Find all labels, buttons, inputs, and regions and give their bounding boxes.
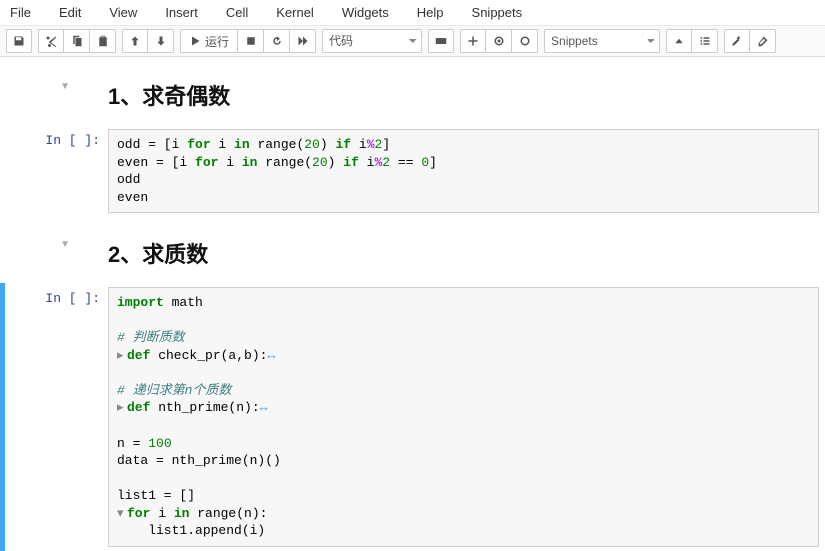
scissors-icon <box>45 35 57 47</box>
fold-arrow-icon[interactable]: ▾ <box>117 505 127 523</box>
input-prompt: In [ ]: <box>45 291 100 306</box>
wand-icon <box>731 35 743 47</box>
menu-view[interactable]: View <box>105 1 157 24</box>
collapse-heading-button[interactable] <box>666 29 692 53</box>
eraser-icon <box>757 35 769 47</box>
fold-indicator-icon[interactable]: ↔ <box>267 348 275 363</box>
run-button[interactable]: 运行 <box>180 29 238 53</box>
celltype-select[interactable]: 代码 <box>322 29 422 53</box>
play-icon <box>189 35 201 47</box>
collapse-toggle-icon[interactable]: ▼ <box>60 81 70 92</box>
snippets-select[interactable]: Snippets <box>544 29 660 53</box>
notebook-container: ▼ 1、求奇偶数 In [ ]: odd = [i for i in range… <box>0 57 825 551</box>
move-down-button[interactable] <box>148 29 174 53</box>
stop-icon <box>245 35 257 47</box>
toolbar: 运行 代码 Snippets <box>0 26 825 57</box>
menu-snippets[interactable]: Snippets <box>468 1 543 24</box>
nbext-button-1[interactable] <box>460 29 486 53</box>
fast-forward-icon <box>297 35 309 47</box>
circle-icon <box>519 35 531 47</box>
save-icon <box>13 35 25 47</box>
nbext-button-3[interactable] <box>512 29 538 53</box>
restart-button[interactable] <box>264 29 290 53</box>
fold-indicator-icon[interactable]: ↔ <box>260 400 268 415</box>
command-palette-button[interactable] <box>428 29 454 53</box>
copy-icon <box>71 35 83 47</box>
heading-2: 2、求质数 <box>108 237 819 269</box>
code-cell[interactable]: In [ ]: odd = [i for i in range(20) if i… <box>0 125 825 217</box>
run-label: 运行 <box>205 33 229 50</box>
menu-file[interactable]: File <box>6 1 51 24</box>
nbext-button-2[interactable] <box>486 29 512 53</box>
list-icon <box>699 35 711 47</box>
markdown-cell[interactable]: ▼ 1、求奇偶数 <box>0 67 825 125</box>
circle-target-icon <box>493 35 505 47</box>
cut-button[interactable] <box>38 29 64 53</box>
toc-button[interactable] <box>692 29 718 53</box>
menu-widgets[interactable]: Widgets <box>338 1 409 24</box>
menu-insert[interactable]: Insert <box>161 1 218 24</box>
interrupt-button[interactable] <box>238 29 264 53</box>
clipboard-icon <box>97 35 109 47</box>
menu-edit[interactable]: Edit <box>55 1 101 24</box>
menu-bar: File Edit View Insert Cell Kernel Widget… <box>0 0 825 26</box>
caret-up-icon <box>673 35 685 47</box>
move-up-button[interactable] <box>122 29 148 53</box>
code-cell-selected[interactable]: In [ ]: import math # 判断质数 ▸def check_pr… <box>0 283 825 551</box>
copy-button[interactable] <box>64 29 90 53</box>
menu-cell[interactable]: Cell <box>222 1 268 24</box>
code-input-area[interactable]: odd = [i for i in range(20) if i%2] even… <box>108 129 819 213</box>
arrow-down-icon <box>155 35 167 47</box>
paste-button[interactable] <box>90 29 116 53</box>
save-button[interactable] <box>6 29 32 53</box>
arrow-up-icon <box>129 35 141 47</box>
codefolding-button[interactable] <box>724 29 750 53</box>
markdown-cell[interactable]: ▼ 2、求质数 <box>0 225 825 283</box>
clear-output-button[interactable] <box>750 29 776 53</box>
menu-kernel[interactable]: Kernel <box>272 1 334 24</box>
menu-help[interactable]: Help <box>413 1 464 24</box>
refresh-icon <box>271 35 283 47</box>
fold-arrow-icon[interactable]: ▸ <box>117 399 127 417</box>
restart-run-button[interactable] <box>290 29 316 53</box>
keyboard-icon <box>435 35 447 47</box>
heading-1: 1、求奇偶数 <box>108 79 819 111</box>
plus-target-icon <box>467 35 479 47</box>
code-input-area[interactable]: import math # 判断质数 ▸def check_pr(a,b):↔ … <box>108 287 819 547</box>
input-prompt: In [ ]: <box>45 133 100 148</box>
fold-arrow-icon[interactable]: ▸ <box>117 347 127 365</box>
collapse-toggle-icon[interactable]: ▼ <box>60 239 70 250</box>
